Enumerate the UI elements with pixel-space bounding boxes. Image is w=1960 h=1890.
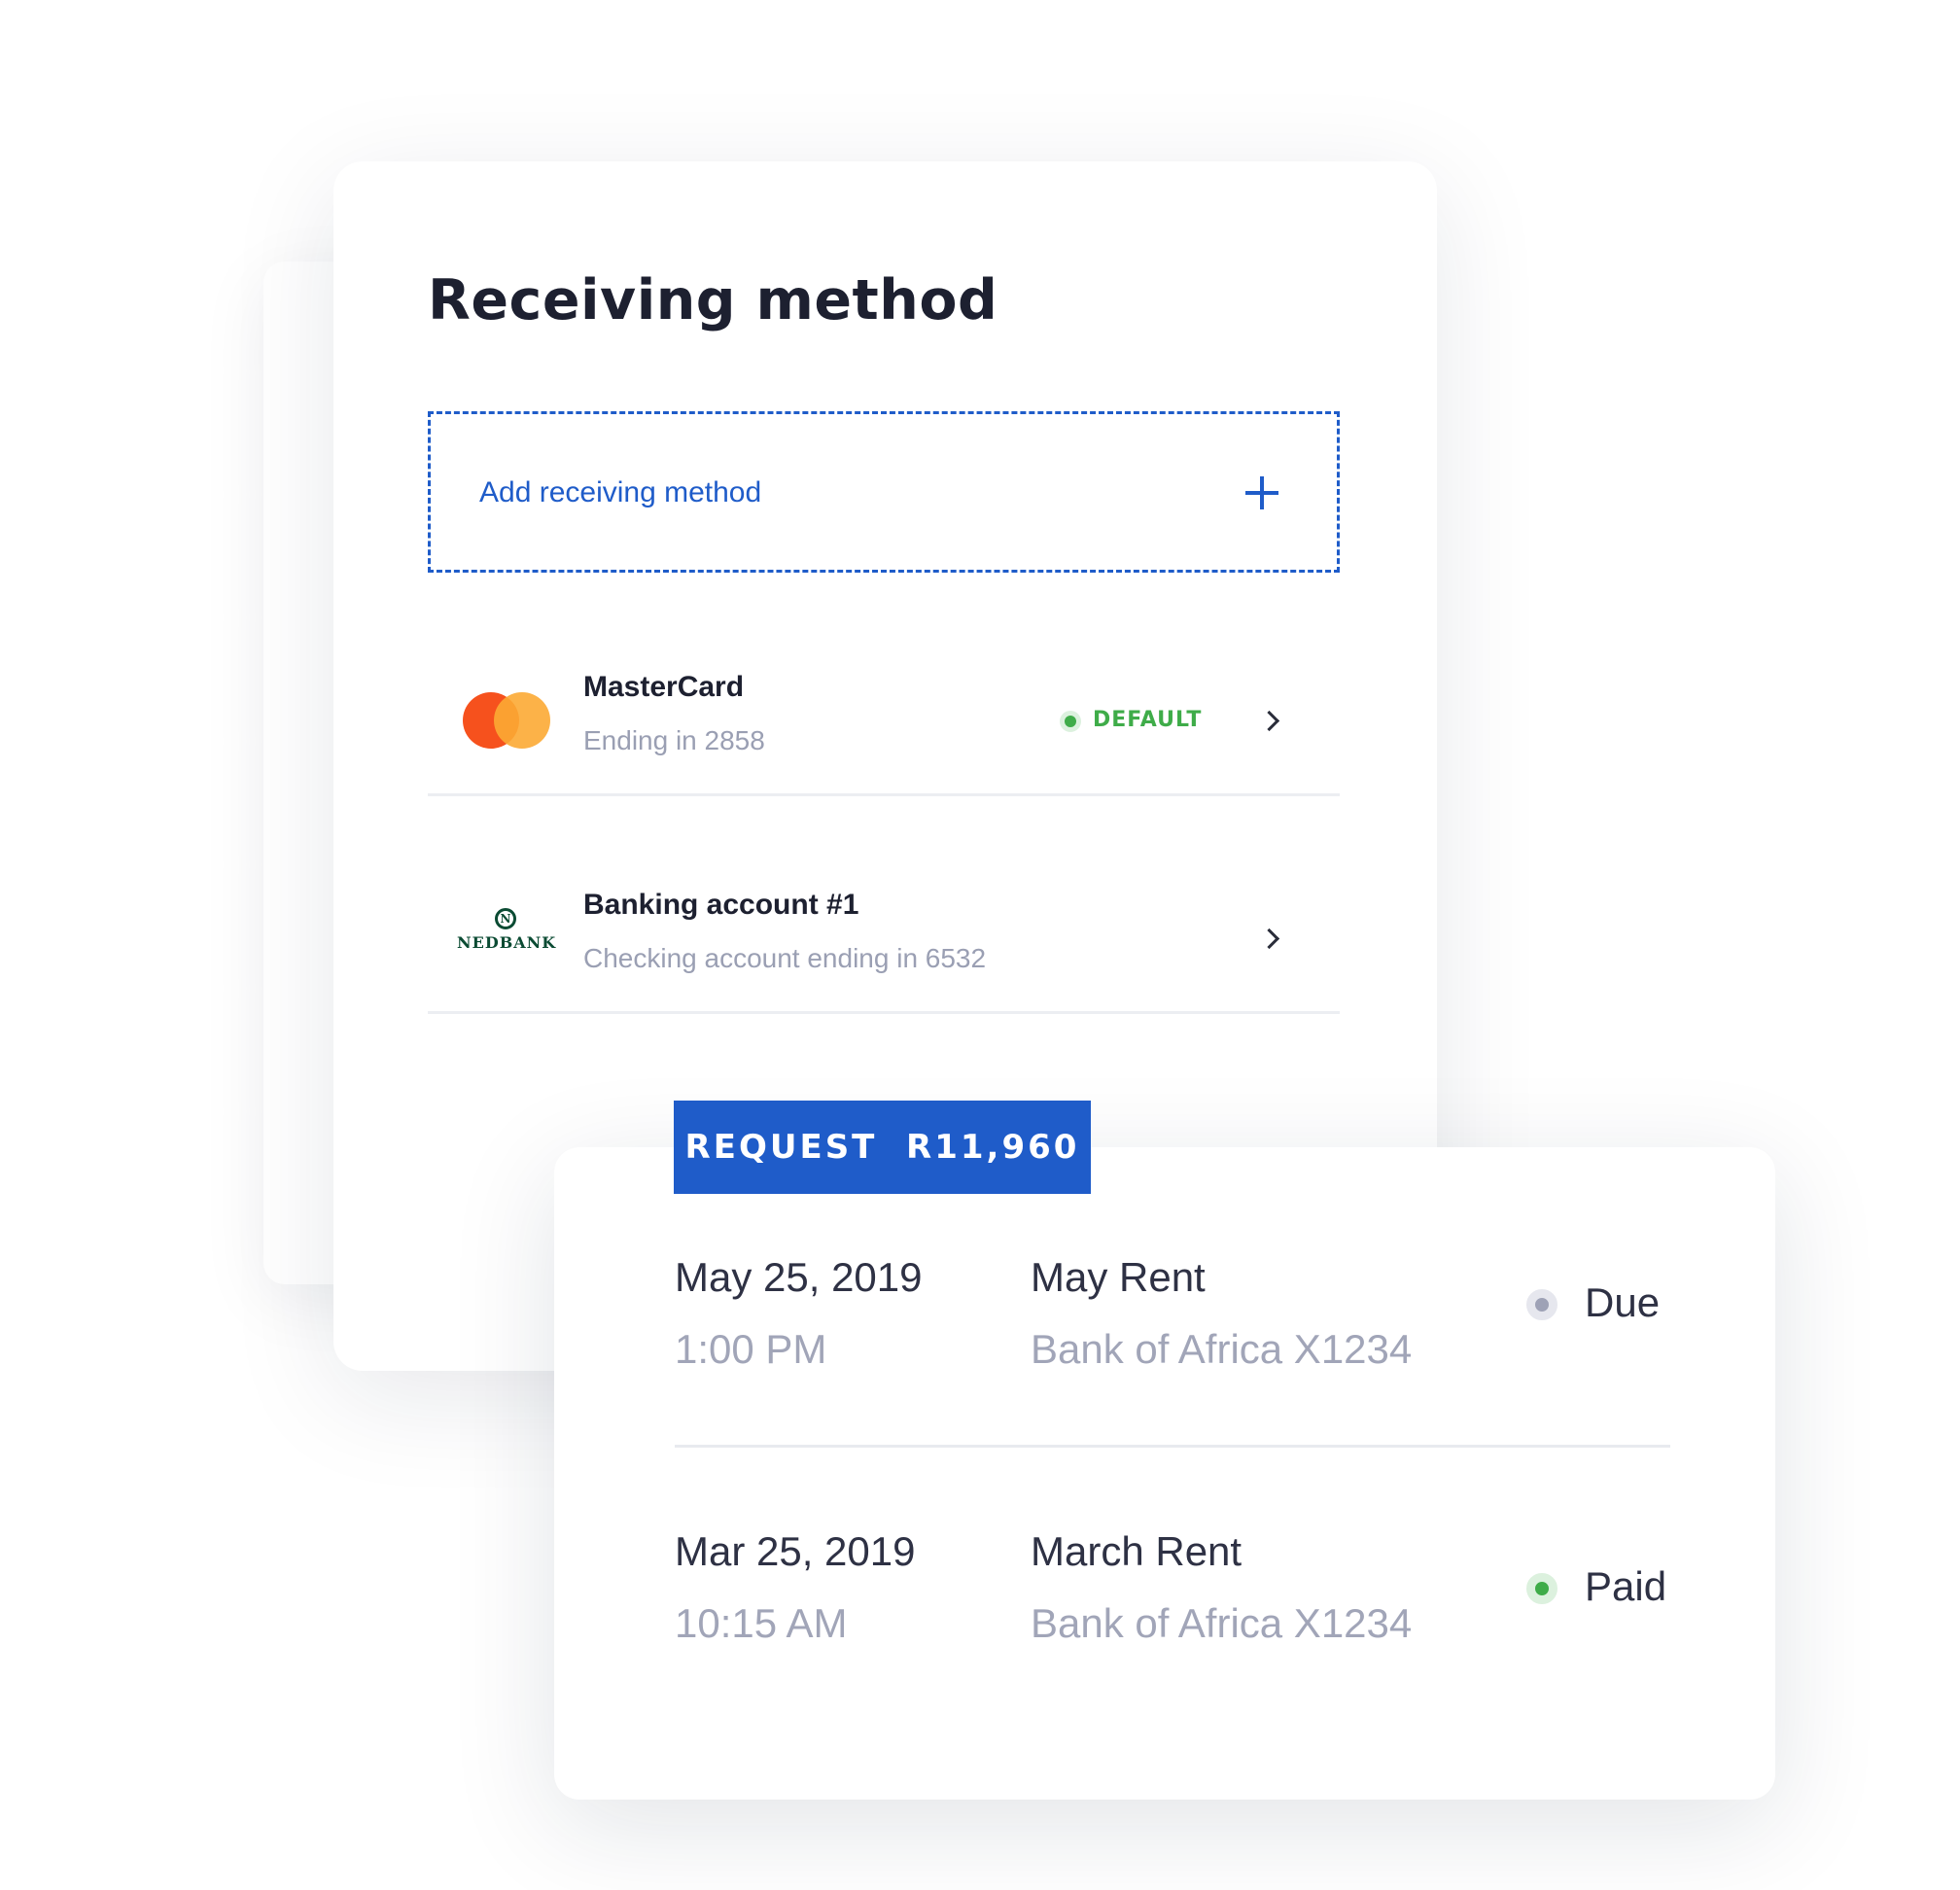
payment-history-card: May 25, 2019 1:00 PM May Rent Bank of Af…	[554, 1147, 1775, 1800]
method-name: MasterCard	[583, 671, 745, 703]
transaction-description: March Rent	[1031, 1528, 1242, 1574]
mastercard-logo	[463, 692, 550, 749]
method-name: Banking account #1	[583, 889, 859, 921]
status-label: Due	[1585, 1279, 1661, 1325]
method-detail: Checking account ending in 6532	[583, 943, 987, 973]
add-receiving-method-label: Add receiving method	[479, 476, 762, 508]
method-row-banking-account[interactable]: N NEDBANK Banking account #1 Checking ac…	[428, 840, 1340, 1014]
transaction-date: Mar 25, 2019	[675, 1528, 916, 1574]
stage: Receiving method Add receiving method Ma…	[0, 0, 1960, 1890]
nedbank-emblem-icon: N	[495, 908, 516, 929]
chevron-right-icon[interactable]	[1262, 714, 1279, 731]
status-dot-icon	[1526, 1289, 1558, 1320]
transaction-account: Bank of Africa X1234	[1031, 1600, 1413, 1646]
nedbank-wordmark: NEDBANK	[457, 933, 557, 952]
transaction-account: Bank of Africa X1234	[1031, 1326, 1413, 1372]
page-title: Receiving method	[428, 268, 998, 332]
default-label: DEFAULT	[1093, 708, 1203, 732]
transaction-row[interactable]: May 25, 2019 1:00 PM May Rent Bank of Af…	[675, 1254, 1670, 1448]
request-payment-button[interactable]: REQUEST R11,960	[674, 1101, 1091, 1194]
chevron-right-icon[interactable]	[1262, 931, 1279, 949]
plus-icon	[1243, 474, 1280, 511]
status-dot-icon	[1526, 1573, 1558, 1604]
transaction-time: 1:00 PM	[675, 1326, 827, 1372]
transaction-row[interactable]: Mar 25, 2019 10:15 AM March Rent Bank of…	[675, 1528, 1670, 1719]
add-receiving-method-button[interactable]: Add receiving method	[428, 411, 1340, 573]
nedbank-logo: N NEDBANK	[457, 908, 557, 957]
transaction-description: May Rent	[1031, 1254, 1206, 1300]
transaction-time: 10:15 AM	[675, 1600, 848, 1646]
transaction-date: May 25, 2019	[675, 1254, 923, 1300]
request-button-label: REQUEST R11,960	[684, 1128, 1080, 1167]
mastercard-orange-circle	[494, 692, 550, 749]
method-row-mastercard[interactable]: MasterCard Ending in 2858 DEFAULT	[428, 622, 1340, 796]
default-dot-icon	[1060, 711, 1081, 732]
status-label: Paid	[1585, 1563, 1667, 1609]
method-detail: Ending in 2858	[583, 725, 765, 755]
